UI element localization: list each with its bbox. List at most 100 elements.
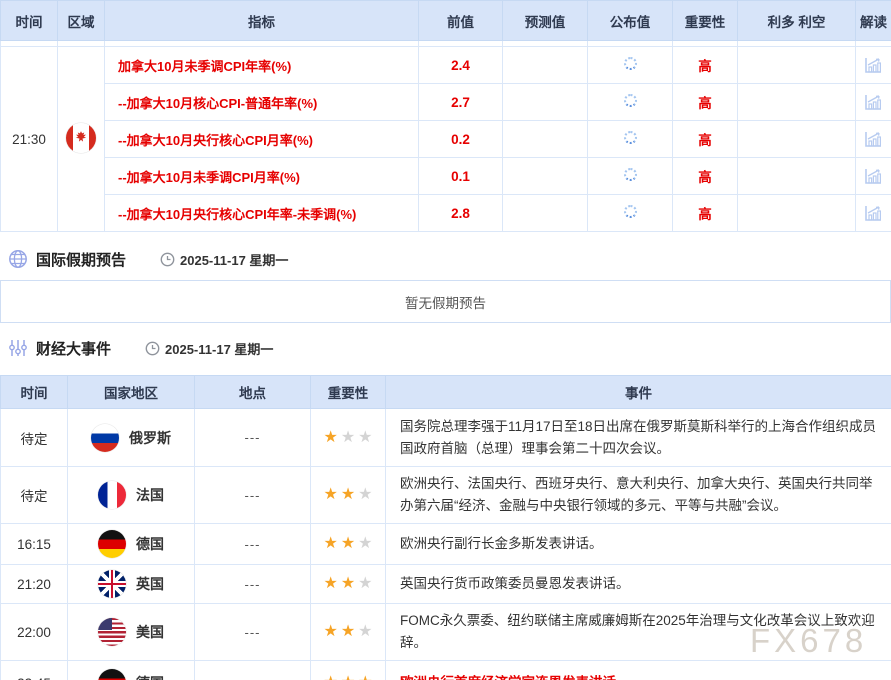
events-col-importance: 重要性 <box>311 376 386 409</box>
indicator-link[interactable]: --加拿大10月央行核心CPI年率-未季调(%) <box>105 195 419 232</box>
events-date-text: 2025-11-17 星期一 <box>165 339 273 358</box>
event-location: --- <box>195 661 311 680</box>
indicator-link[interactable]: --加拿大10月核心CPI-普通年率(%) <box>105 84 419 121</box>
event-time: 待定 <box>1 467 68 524</box>
bar-chart-icon[interactable] <box>864 94 883 111</box>
indicator-link[interactable]: 加拿大10月未季调CPI年率(%) <box>105 47 419 84</box>
previous-value: 2.8 <box>419 195 503 232</box>
bull-bear-cell <box>738 158 856 195</box>
event-description[interactable]: 英国央行货币政策委员曼恩发表讲话。 <box>386 565 891 604</box>
econ-col-interpret: 解读 <box>856 1 891 41</box>
event-row: 21:20 英国 --- ★★★ 英国央行货币政策委员曼恩发表讲话。 <box>1 565 891 604</box>
economic-data-table: 时间 区域 指标 前值 预测值 公布值 重要性 利多 利空 解读 21:30 加… <box>0 0 891 232</box>
importance-stars: ★★★ <box>311 604 386 661</box>
interpret-cell[interactable] <box>856 121 891 158</box>
star-filled-icon: ★ <box>323 575 337 592</box>
event-description[interactable]: 国务院总理李强于11月17日至18日出席在俄罗斯莫斯科举行的上海合作组织成员国政… <box>386 409 891 467</box>
star-filled-icon: ★ <box>341 575 355 592</box>
previous-value: 0.2 <box>419 121 503 158</box>
star-filled-icon: ★ <box>341 535 355 552</box>
star-empty-icon: ★ <box>358 535 372 552</box>
globe-icon <box>8 249 28 269</box>
bar-chart-icon[interactable] <box>864 168 883 185</box>
econ-col-importance: 重要性 <box>673 1 738 41</box>
events-header-row: 时间 国家地区 地点 重要性 事件 <box>1 376 891 409</box>
indicator-link[interactable]: --加拿大10月未季调CPI月率(%) <box>105 158 419 195</box>
events-col-event: 事件 <box>386 376 891 409</box>
germany-flag-icon <box>98 669 126 680</box>
star-filled-icon: ★ <box>323 535 337 552</box>
country-cell: 德国 <box>68 661 195 680</box>
events-section-title: 财经大事件 <box>36 338 111 359</box>
table-row: --加拿大10月央行核心CPI月率(%) 0.2 高 <box>1 121 891 158</box>
event-description[interactable]: 欧洲央行、法国央行、西班牙央行、意大利央行、加拿大央行、英国央行共同举办第六届“… <box>386 467 891 524</box>
table-row: 21:30 加拿大10月未季调CPI年率(%) 2.4 高 <box>1 47 891 84</box>
importance-stars: ★★★ <box>311 467 386 524</box>
bar-chart-icon[interactable] <box>864 205 883 222</box>
table-row: --加拿大10月核心CPI-普通年率(%) 2.7 高 <box>1 84 891 121</box>
country-name: 法国 <box>136 485 164 505</box>
event-description[interactable]: 欧洲央行首席经济学家连恩发表讲话。 <box>386 661 891 680</box>
country-cell: 德国 <box>68 524 195 565</box>
country-cell: 英国 <box>68 565 195 604</box>
interpret-cell[interactable] <box>856 47 891 84</box>
fx678-watermark: FX678 <box>750 622 867 660</box>
bar-chart-icon[interactable] <box>864 57 883 74</box>
star-filled-icon: ★ <box>323 429 337 446</box>
published-value <box>588 47 673 84</box>
forecast-value <box>503 47 588 84</box>
econ-col-bull-bear: 利多 利空 <box>738 1 856 41</box>
clock-icon <box>160 252 175 267</box>
holiday-date-text: 2025-11-17 星期一 <box>180 250 288 269</box>
region-cell <box>58 47 105 232</box>
france-flag-icon <box>98 481 126 509</box>
country-cell: 法国 <box>68 467 195 524</box>
interpret-cell[interactable] <box>856 84 891 121</box>
holiday-section-header: 国际假期预告 2025-11-17 星期一 <box>0 247 891 271</box>
importance-stars: ★★★ <box>311 661 386 680</box>
econ-header-row: 时间 区域 指标 前值 预测值 公布值 重要性 利多 利空 解读 <box>1 1 891 41</box>
release-time: 21:30 <box>1 47 58 232</box>
importance-stars: ★★★ <box>311 409 386 467</box>
importance-stars: ★★★ <box>311 524 386 565</box>
forecast-value <box>503 158 588 195</box>
interpret-cell[interactable] <box>856 195 891 232</box>
event-time: 16:15 <box>1 524 68 565</box>
russia-flag-icon <box>91 424 119 452</box>
event-time: 21:20 <box>1 565 68 604</box>
events-col-location: 地点 <box>195 376 311 409</box>
event-location: --- <box>195 604 311 661</box>
star-filled-icon: ★ <box>358 674 372 680</box>
bull-bear-cell <box>738 47 856 84</box>
importance-badge: 高 <box>673 158 738 195</box>
star-filled-icon: ★ <box>341 674 355 680</box>
bar-chart-icon[interactable] <box>864 131 883 148</box>
events-col-country: 国家地区 <box>68 376 195 409</box>
loading-spinner-icon <box>624 205 637 218</box>
loading-spinner-icon <box>624 168 637 181</box>
importance-stars: ★★★ <box>311 565 386 604</box>
interpret-cell[interactable] <box>856 158 891 195</box>
event-time: 22:00 <box>1 604 68 661</box>
star-empty-icon: ★ <box>358 623 372 640</box>
event-description[interactable]: 欧洲央行副行长金多斯发表讲话。 <box>386 524 891 565</box>
star-empty-icon: ★ <box>358 575 372 592</box>
event-row: 22:45 德国 --- ★★★ 欧洲央行首席经济学家连恩发表讲话。 <box>1 661 891 680</box>
bull-bear-cell <box>738 121 856 158</box>
importance-badge: 高 <box>673 121 738 158</box>
previous-value: 2.7 <box>419 84 503 121</box>
no-holiday-notice: 暂无假期预告 <box>0 280 891 323</box>
bull-bear-cell <box>738 84 856 121</box>
event-time: 待定 <box>1 409 68 467</box>
forecast-value <box>503 84 588 121</box>
event-row: 待定 俄罗斯 --- ★★★ 国务院总理李强于11月17日至18日出席在俄罗斯莫… <box>1 409 891 467</box>
importance-badge: 高 <box>673 195 738 232</box>
loading-spinner-icon <box>624 94 637 107</box>
clock-icon <box>145 341 160 356</box>
sliders-icon <box>8 338 28 358</box>
published-value <box>588 158 673 195</box>
forecast-value <box>503 195 588 232</box>
events-section-header: 财经大事件 2025-11-17 星期一 <box>0 336 891 360</box>
star-filled-icon: ★ <box>323 486 337 503</box>
indicator-link[interactable]: --加拿大10月央行核心CPI月率(%) <box>105 121 419 158</box>
